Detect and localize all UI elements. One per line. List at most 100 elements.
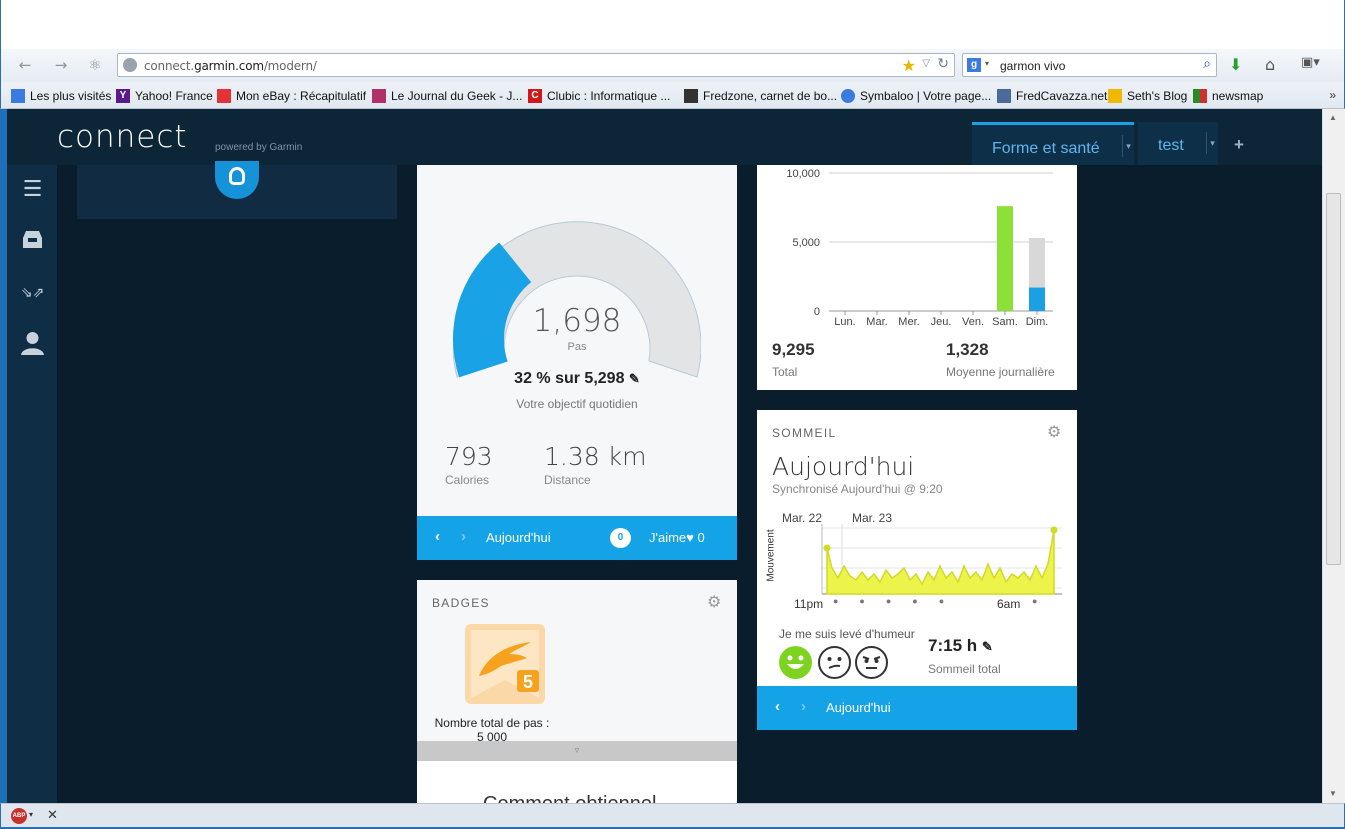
search-bar[interactable]: g ▾ garmon vivo ⌕ [962, 53, 1217, 77]
status-bar: ABP ▾ ✕ [0, 803, 1345, 829]
like-count: 0 [697, 530, 705, 545]
newsmap-icon [1193, 88, 1207, 103]
weekly-total-label: Total [772, 365, 798, 379]
prev-day-icon[interactable]: ‹ [435, 528, 440, 545]
bookmarks-overflow-icon[interactable]: » [1329, 88, 1336, 102]
bookmark-item[interactable]: Fredzone, carnet de bo... [684, 87, 837, 104]
calories-label: Calories [445, 473, 490, 487]
adblock-icon[interactable]: ABP [11, 808, 27, 824]
expand-icon: ▿ [574, 745, 580, 755]
bookmark-item[interactable]: Mon eBay : Récapitulatif [217, 87, 366, 104]
day-label[interactable]: Aujourd'hui [826, 700, 891, 715]
scroll-up-icon[interactable]: ▲ [1329, 113, 1337, 122]
mood-happy-icon[interactable] [779, 646, 812, 679]
connect-logo[interactable]: connect [57, 119, 188, 155]
steps-footer: ‹ › Aujourd'hui 0 J'aime♥ 0 [417, 516, 737, 560]
vertical-scrollbar[interactable]: ▲ ▼ [1322, 109, 1345, 803]
next-day-icon[interactable]: › [461, 528, 466, 545]
comments-icon[interactable]: 0 [610, 528, 631, 548]
next-day-icon[interactable]: › [801, 698, 806, 715]
steps-value: 1,698 [532, 303, 622, 339]
bookmark-star-icon[interactable]: ★ [902, 56, 916, 75]
app-header: connect powered by Garmin Forme et santé… [7, 109, 1322, 165]
bookmark-item[interactable]: Le Journal du Geek - J... [372, 87, 522, 104]
gear-icon[interactable]: ⚙ [707, 592, 721, 611]
search-icon[interactable]: ⌕ [1203, 56, 1211, 72]
tab-menu-icon[interactable]: ▾ [1122, 135, 1134, 157]
scrollbar-thumb[interactable] [1326, 193, 1341, 565]
sleep-total: 7:15 h ✎ [928, 636, 993, 656]
badges-title: BADGES [432, 596, 490, 610]
url-text[interactable]: connect.garmin.com/modern/ [144, 59, 317, 73]
chart-xtick-label: Dim. [1026, 316, 1049, 328]
back-icon[interactable]: ← [15, 56, 35, 74]
window-titlebar [0, 0, 1345, 49]
mood-sad-icon[interactable] [855, 646, 888, 679]
bookmark-item[interactable]: Les plus visités [11, 87, 111, 104]
bookmark-item[interactable]: C Clubic : Informatique ... [528, 87, 670, 104]
profile-icon[interactable] [20, 331, 45, 361]
steps-badge-icon[interactable]: 5 [465, 624, 545, 704]
tab-test[interactable]: test ▾ [1138, 122, 1218, 165]
menu-icon[interactable]: ☰ [20, 177, 45, 202]
forward-icon[interactable]: → [51, 56, 71, 74]
day-label[interactable]: Aujourd'hui [486, 530, 551, 545]
ebay-icon [217, 88, 231, 103]
bookmarks-toolbar: Les plus visités Y Yahoo! France Mon eBay… [0, 82, 1345, 109]
chart-xtick-label: Ven. [962, 316, 984, 328]
prev-day-icon[interactable]: ‹ [775, 698, 780, 715]
sync-arrows-icon[interactable]: ⇘⇗ [20, 285, 45, 301]
bookmarks-menu-icon[interactable]: ▣▾ [1301, 55, 1320, 70]
inbox-icon[interactable] [20, 229, 45, 257]
tab-menu-icon[interactable]: ▾ [1206, 132, 1218, 154]
search-query-text[interactable]: garmon vivo [1000, 59, 1065, 73]
comments-count: 0 [617, 532, 624, 543]
badge-label: Nombre total de pas :5 000 [417, 716, 567, 744]
site-globe-icon [123, 58, 137, 72]
sleep-sync: Synchronisé Aujourd'hui @ 9:20 [772, 482, 943, 496]
address-bar[interactable]: connect.garmin.com/modern/ ★ ▽ ↻ [117, 53, 955, 77]
device-panel [77, 161, 397, 219]
edit-pencil-icon[interactable]: ✎ [629, 371, 640, 386]
like-button[interactable]: J'aime♥ 0 [649, 530, 705, 545]
url-dropdown-icon[interactable]: ▽ [922, 58, 930, 69]
bookmark-item[interactable]: Seth's Blog [1108, 87, 1187, 104]
adblock-dropdown-icon[interactable]: ▾ [29, 810, 33, 819]
mood-label: Je me suis levé d'humeur [779, 627, 915, 641]
bookmark-item[interactable]: Symbaloo | Votre page... [841, 87, 991, 104]
badge-number: 5 [523, 672, 533, 692]
bookmark-item[interactable]: Y Yahoo! France [116, 87, 213, 104]
bookmark-item[interactable]: newsmap [1193, 87, 1263, 104]
add-tab-button[interactable]: + [1234, 135, 1244, 155]
gear-icon[interactable]: ⚙ [1047, 422, 1061, 441]
close-icon[interactable]: ✕ [47, 807, 58, 823]
download-icon[interactable]: ⬇ [1229, 55, 1242, 74]
sleep-title: SOMMEIL [772, 426, 837, 440]
reload-icon[interactable]: ↻ [937, 56, 949, 72]
fredzone-icon [684, 88, 698, 103]
monitor-icon [997, 88, 1011, 103]
chart-bar [997, 206, 1013, 311]
badges-expand-bar[interactable]: ▿ [417, 741, 737, 761]
distance-value: 1.38 km [544, 442, 647, 471]
edit-pencil-icon[interactable]: ✎ [982, 639, 993, 654]
google-engine-icon[interactable]: g [967, 58, 981, 72]
steps-unit: Pas [567, 341, 587, 353]
tab-label: test [1158, 137, 1184, 154]
sleep-end-marker [1050, 526, 1058, 534]
goal-text: 32 % sur 5,298 [514, 370, 625, 387]
tab-forme-et-sante[interactable]: Forme et santé ▾ [972, 122, 1134, 165]
scroll-down-icon[interactable]: ▼ [1329, 789, 1337, 798]
mood-neutral-icon[interactable] [818, 646, 851, 679]
bookmark-item[interactable]: FredCavazza.net [997, 87, 1107, 104]
seths-blog-icon [1108, 88, 1122, 103]
weekly-steps-card: 10,000 5,000 0 Lun. Mar. Mer. Jeu. Ven. Sam. Dim.… [757, 165, 1077, 390]
sleep-hour-dots: ●●●●● [833, 596, 966, 606]
engine-dropdown-icon[interactable]: ▾ [985, 59, 989, 68]
device-bulb-icon[interactable] [215, 161, 259, 199]
home-icon[interactable]: ⌂ [1265, 55, 1275, 74]
yahoo-icon: Y [116, 88, 130, 103]
identity-icon[interactable]: ⚛ [85, 56, 105, 74]
weekly-avg-label: Moyenne journalière [946, 365, 1055, 379]
sleep-start-marker [823, 544, 831, 552]
